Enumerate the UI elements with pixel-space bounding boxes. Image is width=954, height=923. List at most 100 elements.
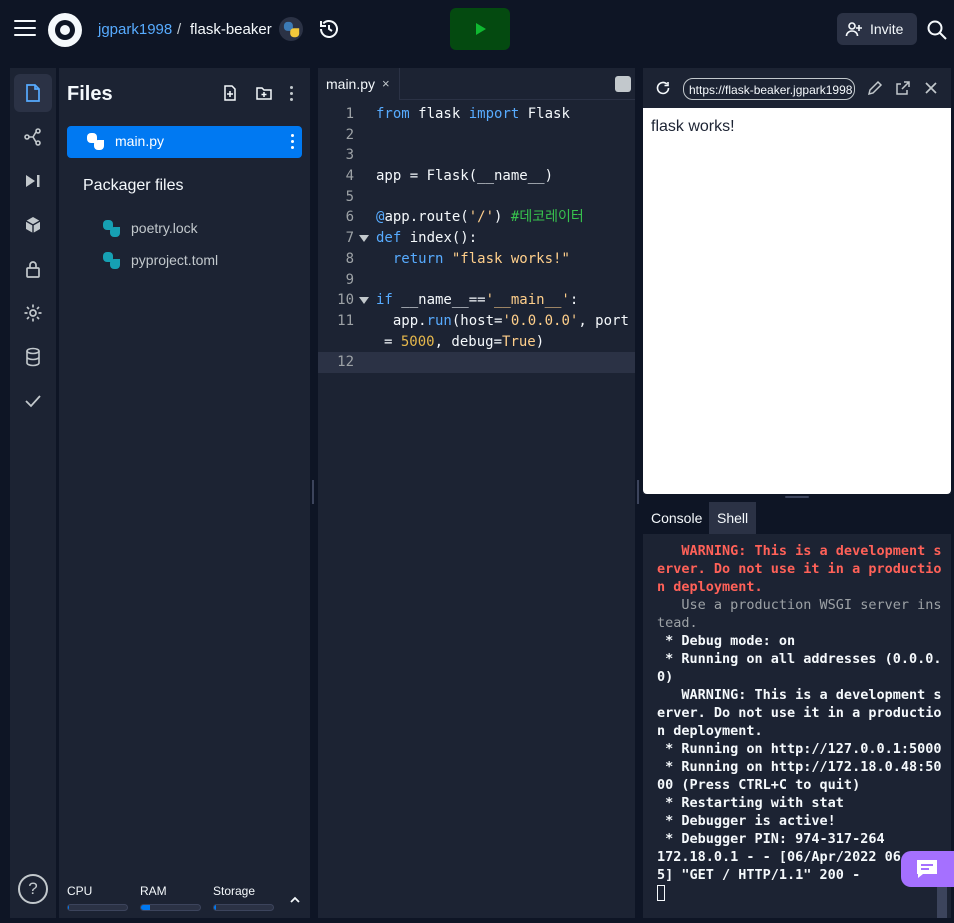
shell-line: * Running on http://127.0.0.1:5000 (657, 741, 942, 757)
cpu-label: CPU (67, 884, 93, 898)
shell-line: n deployment. (657, 579, 763, 595)
fold-chevron-icon[interactable] (359, 235, 369, 243)
line-number: 8 (345, 250, 354, 267)
packager-files-title: Packager files (83, 177, 184, 194)
close-icon[interactable]: × (382, 76, 390, 91)
code-editor[interactable]: main.py × 1 from flask import Flask 2 3 4 app… (318, 68, 635, 918)
shell-line: 00 (Press CTRL+C to quit) (657, 777, 861, 793)
open-new-tab-icon[interactable] (895, 80, 911, 96)
close-icon[interactable] (923, 80, 939, 96)
file-item-pyproject-toml[interactable]: pyproject.toml (131, 252, 218, 268)
editor-tabs: main.py × (318, 68, 635, 100)
code-line[interactable]: 6 @app.route('/') #데코레이터 (318, 207, 635, 228)
resource-usage[interactable]: CPU RAM Storage (59, 876, 310, 918)
line-number: 5 (345, 188, 354, 205)
files-tool-button[interactable] (14, 74, 52, 112)
line-number: 3 (345, 147, 354, 164)
cursor (657, 885, 665, 901)
breadcrumb-repl-name[interactable]: flask-beaker (190, 21, 272, 38)
settings-tool-button[interactable] (14, 294, 52, 332)
code-line[interactable]: = 5000, debug=True) (318, 332, 635, 353)
help-button[interactable]: ? (18, 874, 48, 904)
refresh-icon[interactable] (655, 80, 671, 96)
shell-prompt[interactable] (657, 884, 939, 902)
shell-line: * Running on http://172.18.0.48:50 (657, 759, 942, 775)
code-line[interactable]: 2 (318, 125, 635, 146)
fold-chevron-icon[interactable] (359, 297, 369, 305)
edit-icon[interactable] (867, 80, 883, 96)
pane-resize-handle[interactable] (637, 480, 639, 504)
shell-lines: WARNING: This is a development s erver. D… (657, 542, 942, 902)
code-line[interactable]: 5 (318, 187, 635, 208)
code-text: def index(): (376, 230, 478, 247)
packages-tool-button[interactable] (14, 206, 52, 244)
git-tool-button[interactable] (14, 118, 52, 156)
tab-main-py[interactable]: main.py × (318, 68, 400, 100)
menu-icon[interactable] (14, 20, 36, 38)
webview-url-input[interactable]: https://flask-beaker.jgpark1998.repl.co (683, 78, 855, 100)
lock-icon (26, 261, 40, 278)
python-file-icon (103, 252, 121, 270)
git-icon (24, 128, 41, 146)
debugger-tool-button[interactable] (14, 162, 52, 200)
code-text: app.run(host='0.0.0.0', port (376, 312, 629, 329)
shell-line: * Running on all addresses (0.0.0. (657, 651, 942, 667)
gear-icon (24, 304, 42, 322)
breadcrumb-user[interactable]: jgpark1998 (98, 21, 172, 38)
database-icon (26, 347, 40, 367)
database-tool-button[interactable] (14, 338, 52, 376)
webview-panel: https://flask-beaker.jgpark1998.repl.co … (643, 68, 951, 494)
code-line[interactable]: 11 app.run(host='0.0.0.0', port (318, 311, 635, 332)
tab-console[interactable]: Console (643, 502, 710, 534)
code-line[interactable]: 3 (318, 145, 635, 166)
webview-content[interactable]: flask works! (643, 108, 951, 494)
webview-toolbar: https://flask-beaker.jgpark1998.repl.co (643, 68, 951, 108)
code-text: if __name__=='__main__': (376, 292, 579, 309)
invite-button[interactable]: Invite (837, 13, 917, 45)
debugger-icon (26, 175, 40, 187)
shell-line: tead. (657, 615, 698, 631)
unit-tests-tool-button[interactable] (14, 382, 52, 420)
files-more-icon[interactable] (290, 86, 293, 104)
code-line[interactable]: 4 app = Flask(__name__) (318, 166, 635, 187)
code-line[interactable]: 9 (318, 270, 635, 291)
code-line[interactable]: 7 def index(): (318, 228, 635, 249)
python-language-icon[interactable] (279, 17, 303, 41)
line-number: 1 (345, 106, 354, 122)
shell-line: * Restarting with stat (657, 795, 844, 811)
files-title: Files (67, 83, 113, 105)
new-file-icon[interactable] (221, 84, 239, 102)
code-line[interactable]: 1 from flask import Flask (318, 104, 635, 125)
pane-resize-handle[interactable] (312, 480, 314, 504)
code-line[interactable]: 8 return "flask works!" (318, 249, 635, 270)
file-item-main-py[interactable]: main.py (67, 126, 302, 158)
line-number: 4 (345, 168, 354, 185)
add-user-icon (845, 22, 862, 37)
shell-line: * Debugger is active! (657, 813, 836, 829)
new-folder-icon[interactable] (255, 84, 273, 102)
chat-button[interactable] (901, 851, 954, 887)
format-icon[interactable] (615, 76, 631, 92)
run-button[interactable] (450, 8, 510, 50)
search-icon[interactable] (926, 19, 948, 41)
secrets-tool-button[interactable] (14, 250, 52, 288)
replit-logo-icon[interactable] (48, 13, 82, 47)
pane-resize-handle[interactable] (785, 496, 809, 498)
invite-label: Invite (870, 21, 904, 37)
code-lines[interactable]: 1 from flask import Flask 2 3 4 app = Flask(_… (318, 104, 635, 373)
shell-line: n deployment. (657, 723, 763, 739)
breadcrumb-separator: / (177, 21, 182, 38)
cpu-usage-fill (68, 905, 70, 910)
shell-line: 172.18.0.1 - - [06/Apr/2022 06: (657, 849, 909, 865)
code-line[interactable]: 10 if __name__=='__main__': (318, 290, 635, 311)
code-line[interactable]: 12 (318, 352, 635, 373)
shell-line: WARNING: This is a development s (657, 543, 942, 559)
check-icon (25, 395, 41, 408)
chevron-up-icon[interactable] (289, 894, 301, 906)
file-item-poetry-lock[interactable]: poetry.lock (131, 220, 198, 236)
shell-line: * Debug mode: on (657, 633, 796, 649)
tab-shell[interactable]: Shell (709, 502, 757, 534)
shell-line: 0) (657, 669, 674, 685)
file-more-icon[interactable] (291, 134, 295, 150)
history-icon[interactable] (318, 18, 340, 40)
